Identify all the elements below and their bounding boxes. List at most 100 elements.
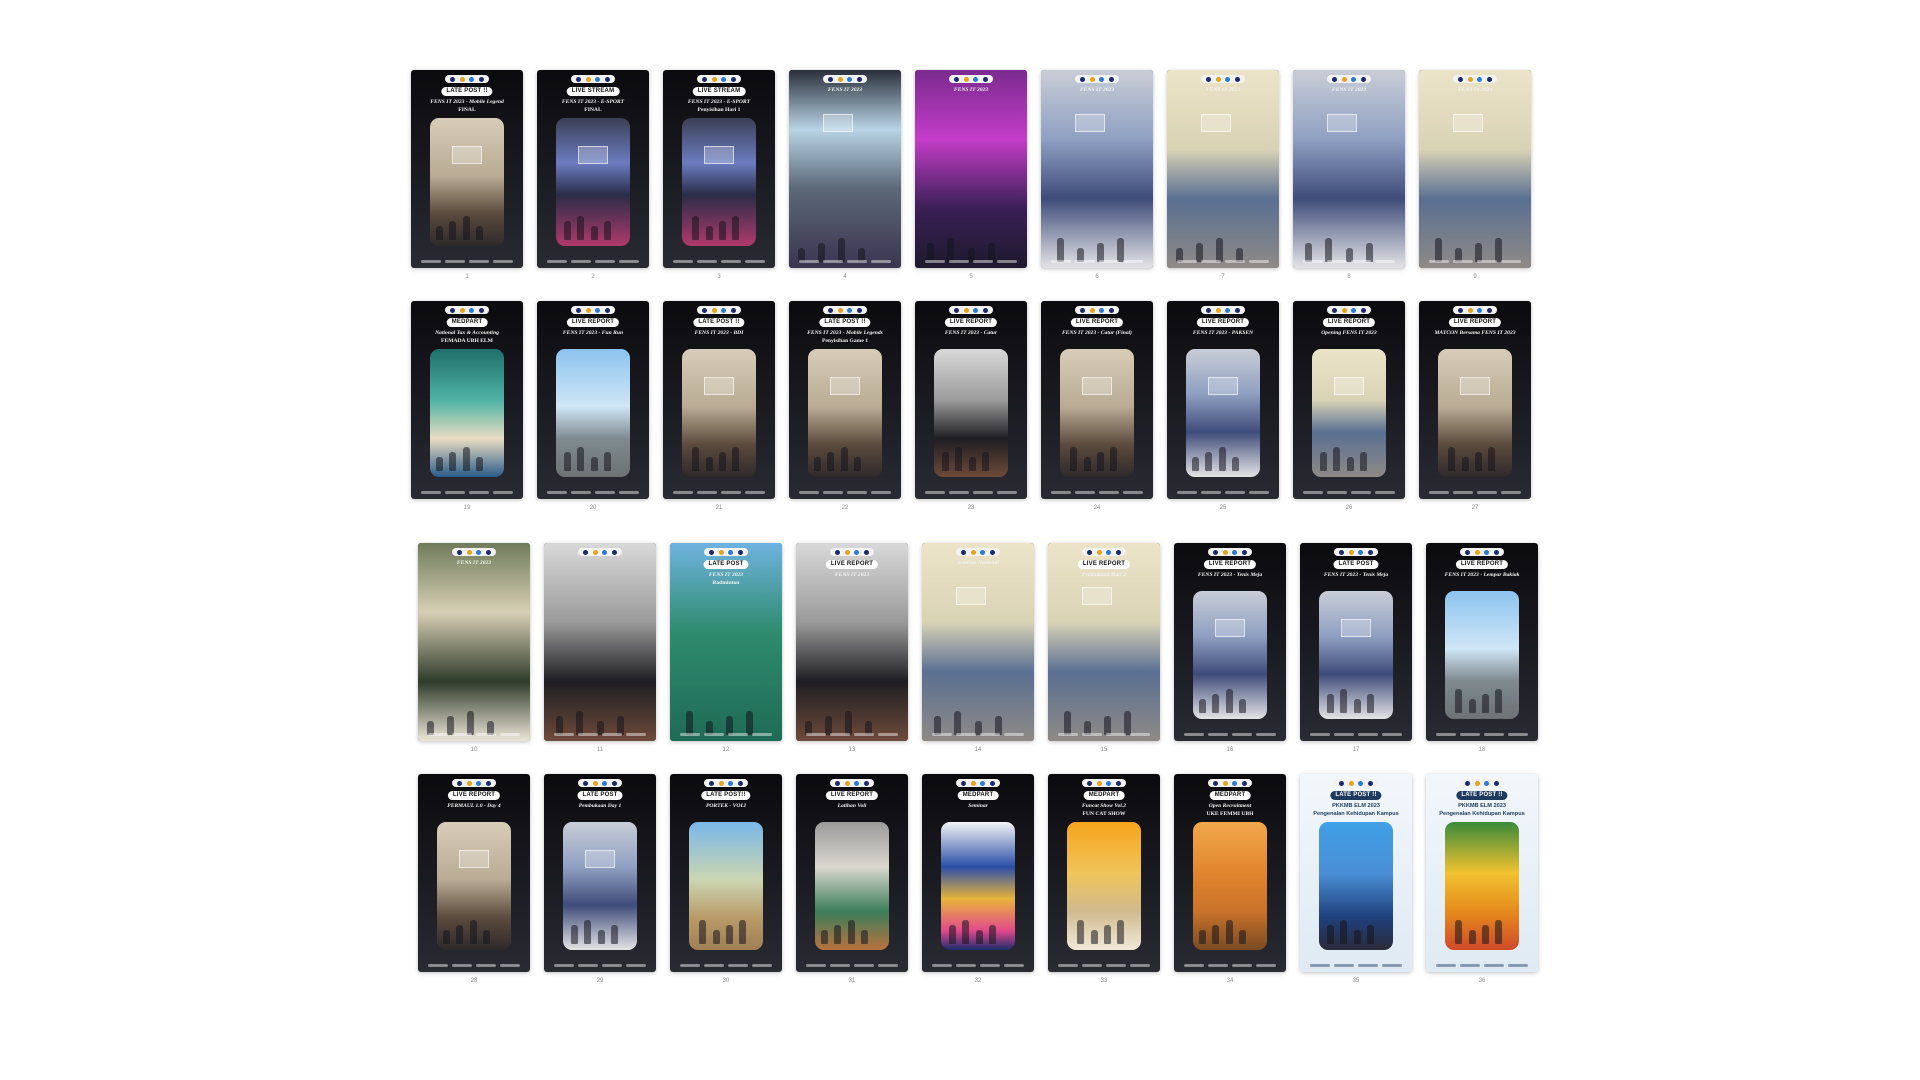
story-footer [428,733,520,736]
story-thumbnail[interactable]: LATE POST FENS IT 2023 Badminton [670,543,782,741]
story-photo [1067,822,1141,950]
footer-link [846,260,868,263]
story-thumbnail[interactable]: LIVE REPORT FENS IT 2023 - Catur [915,301,1027,499]
logo-mark-icon [835,780,841,786]
story-thumbnail[interactable]: LATE POST !! PKKMB ELM 2023 Pengenalan Keh… [1426,774,1538,972]
person-silhouette [699,920,707,944]
logo-mark-icon [837,307,843,313]
person-silhouette [577,216,585,240]
story-photo [1167,70,1279,268]
story-thumbnail[interactable]: FENS IT 2023 [915,70,1027,268]
logo-mark-icon [718,549,724,555]
person-silhouette [475,457,483,471]
brand-logo [956,779,1000,787]
story-thumbnail[interactable]: LIVE REPORT Opening FENS IT 2023 [1293,301,1405,499]
story-item: LIVE STREAM FENS IT 2023 - E-SPORT Penyisi… [663,70,775,281]
projector-screen [1452,113,1483,132]
story-thumbnail[interactable]: MEDPART Open Recruitment UKE FEMMI UBH [1174,774,1286,972]
story-thumbnail[interactable]: LIVE STREAM FENS IT 2023 - E-SPORT Penyisi… [663,70,775,268]
person-silhouette [590,457,598,471]
story-number: 25 [1219,505,1227,511]
person-silhouette [1495,920,1503,944]
footer-link [468,491,490,494]
footer-link [744,260,765,263]
story-thumbnail[interactable]: LATE POST !! FENS IT 2023 - Mobile Legend… [411,70,523,268]
person-silhouette [692,447,700,471]
person-silhouette [590,226,598,240]
logo-mark-icon [1360,76,1366,82]
story-thumbnail[interactable]: LIVE REPORT FENS IT 2023 - Fun Run [537,301,649,499]
logo-mark-icon [1332,307,1338,313]
story-thumbnail[interactable]: LIVE REPORT MATCON Bersama FENS IT 2023 [1419,301,1531,499]
story-thumbnail[interactable]: LATE POST !! PKKMB ELM 2023 Pengenalan Keh… [1300,774,1412,972]
story-thumbnail[interactable]: MEDPART National Tax & Accounting FEMADA U… [411,301,523,499]
story-photo [1319,591,1393,719]
logo-mark-icon [835,549,841,555]
story-thumbnail[interactable]: LATE POST FENS IT 2023 - Tenis Meja [1300,543,1412,741]
logo-mark-icon [1099,76,1105,82]
story-tag: LIVE STREAM [692,87,746,96]
story-thumbnail[interactable]: LIVE REPORT Pembukaan Hari 2 [1048,543,1160,741]
brand-logo [956,548,1000,556]
footer-link [1429,260,1450,263]
footer-link [696,491,718,494]
projector-screen [452,146,483,165]
story-thumbnail[interactable]: MEDPART Seminar [922,774,1034,972]
story-thumbnail[interactable]: MEDPART Funcat Show Vol.2 FUN CAT SHOW [1048,774,1160,972]
footer-link [727,964,749,967]
logo-mark-icon [954,76,960,82]
story-thumbnail[interactable]: LIVE REPORT FENS IT 2023 - Lempar Bakiak [1426,543,1538,741]
logo-mark-icon [711,76,717,82]
story-footer [1051,260,1143,263]
story-thumbnail[interactable]: FENS IT 2023 [1293,70,1405,268]
person-silhouette [1104,925,1111,944]
story-title: FENS IT 2023 [1331,87,1367,93]
footer-link [499,964,520,967]
story-thumbnail[interactable]: LIVE REPORT Latihan Voli [796,774,908,972]
footer-link [703,964,725,967]
story-thumbnail[interactable]: LIVE REPORT PERMAUL 1.0 - Day 4 [418,774,530,972]
footer-link [1051,491,1072,494]
story-thumbnail[interactable]: LIVE REPORT FENS IT 2023 - PAKSEN [1167,301,1279,499]
footer-link [451,733,473,736]
footer-link [703,733,725,736]
logo-mark-icon [1367,780,1373,786]
story-thumbnail[interactable]: LIVE REPORT FENS IT 2023 - Tenis Meja [1174,543,1286,741]
story-tag: LATE POST [1333,560,1379,569]
footer-link [1483,964,1505,967]
story-thumbnail[interactable]: FENS IT 2023 [1419,70,1531,268]
logo-mark-icon [457,549,463,555]
footer-link [451,964,473,967]
footer-link [1310,733,1331,736]
story-thumbnail[interactable]: FENS IT 2023 [1041,70,1153,268]
brand-logo [704,548,748,556]
story-number: 6 [1095,274,1099,280]
story-thumbnail[interactable]: LATE POST!! PORTEK - VOLI [670,774,782,972]
story-footer [673,491,765,494]
story-thumbnail[interactable]: LATE POST !! FENS IT 2023 - BDI [663,301,775,499]
story-title: FENS IT 2023 [1457,87,1493,93]
footer-link [853,964,875,967]
story-thumbnail[interactable]: FENS IT 2023 [1167,70,1279,268]
story-thumbnail[interactable]: LATE POST !! FENS IT 2023 - Mobile Legend… [789,301,901,499]
story-row: LATE POST !! FENS IT 2023 - Mobile Legend… [411,70,1531,281]
story-footer [925,260,1017,263]
person-silhouette [449,221,457,240]
logo-mark-icon [982,76,988,82]
story-thumbnail[interactable] [544,543,656,741]
story-thumbnail[interactable]: FENS IT 2023 [418,543,530,741]
story-thumbnail[interactable]: LIVE REPORT FENS IT 2023 [796,543,908,741]
story-item: FENS IT 2023 9 [1419,70,1531,281]
footer-link [1459,733,1481,736]
story-thumbnail[interactable]: LIVE REPORT FENS IT 2023 - Catur (Final) [1041,301,1153,499]
footer-link [1381,733,1402,736]
footer-link [1357,964,1379,967]
story-number: 14 [974,747,982,753]
story-thumbnail[interactable]: Seminar Nasional [922,543,1034,741]
story-thumbnail[interactable]: LIVE STREAM FENS IT 2023 - E-SPORT FINAL [537,70,649,268]
logo-mark-icon [592,780,598,786]
story-thumbnail[interactable]: LATE POST Pembukaan Day 1 [544,774,656,972]
logo-mark-icon [469,307,475,313]
story-thumbnail[interactable]: FENS IT 2023 [789,70,901,268]
projector-screen [1074,113,1105,132]
